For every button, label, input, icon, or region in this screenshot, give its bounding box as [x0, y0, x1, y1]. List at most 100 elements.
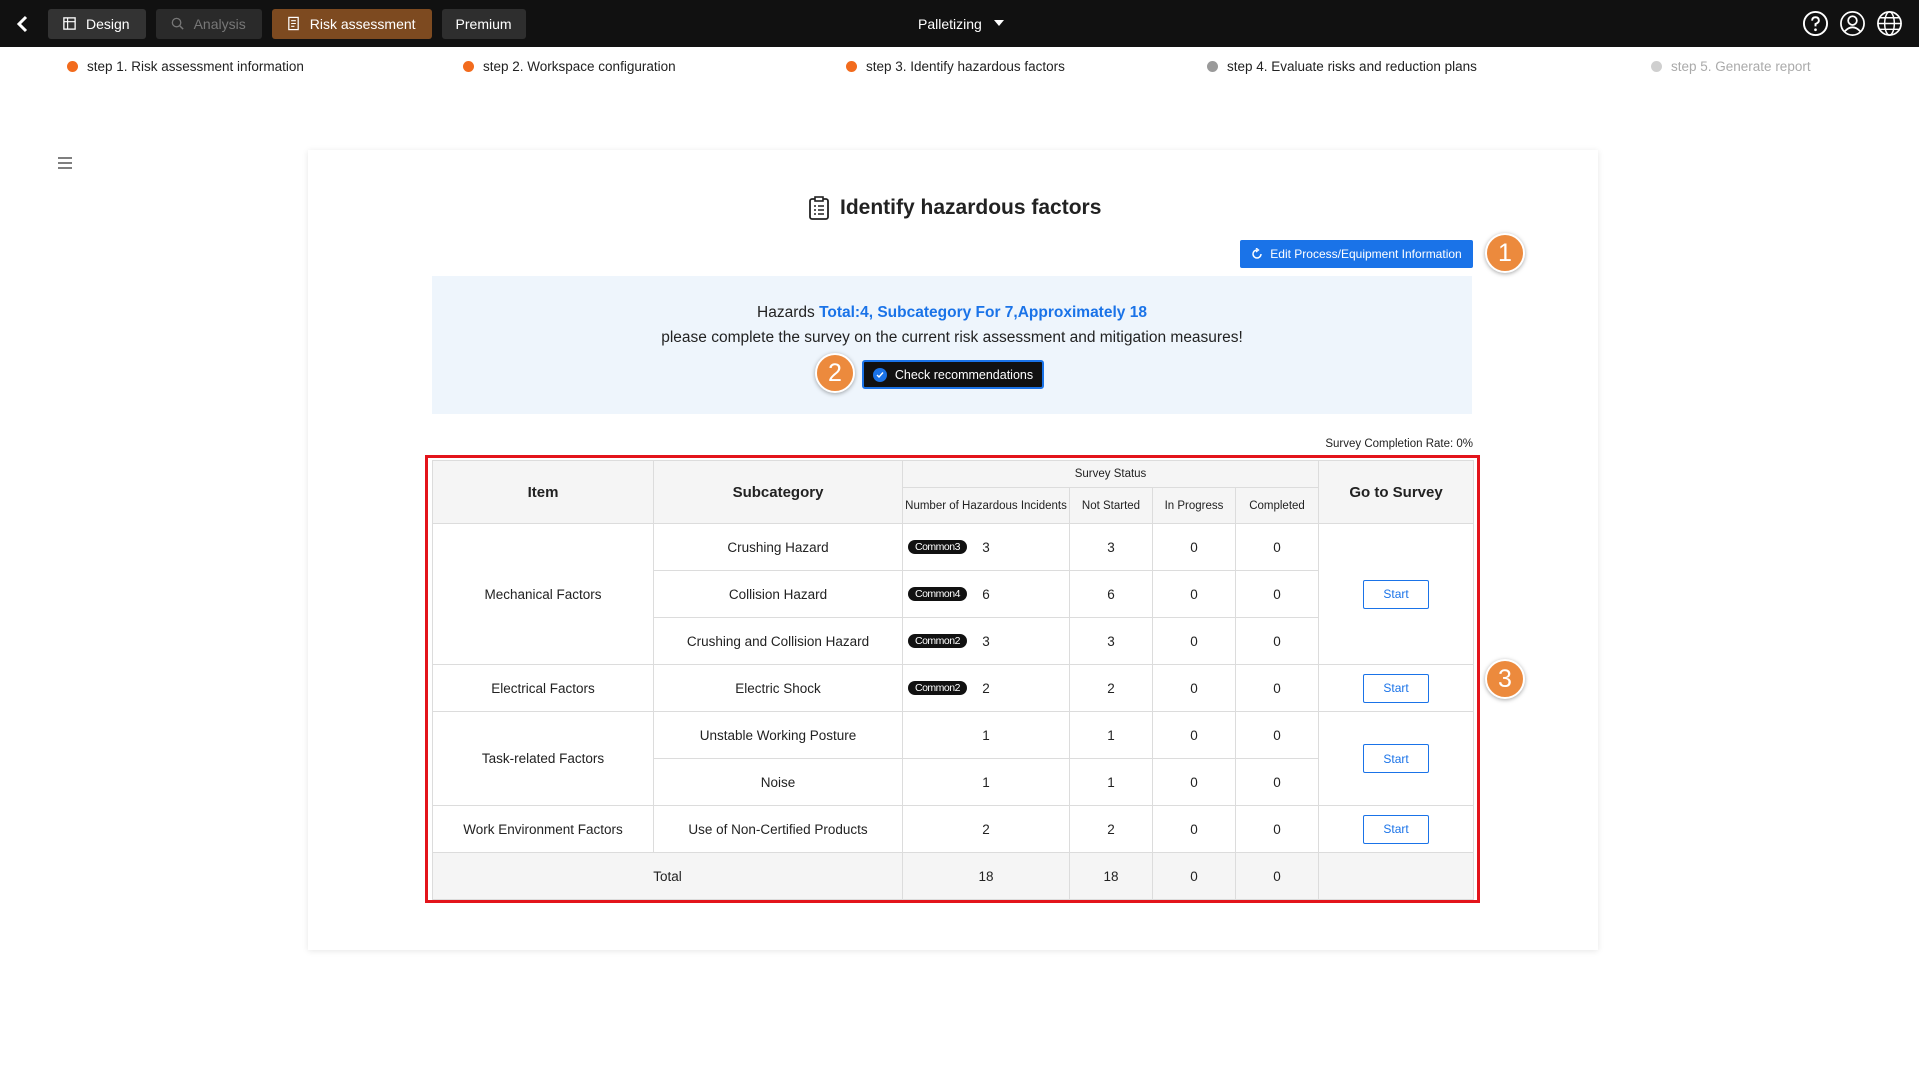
step-label: step 3. Identify hazardous factors: [866, 59, 1065, 74]
total-empty-cell: [1318, 852, 1475, 900]
common-tag: Common4: [908, 587, 967, 601]
completed-cell: 0: [1234, 758, 1320, 806]
go-to-survey-cell: Start: [1318, 523, 1475, 665]
help-icon[interactable]: [1802, 10, 1829, 37]
incidents-cell: 2: [902, 805, 1070, 853]
subcategory-cell: Crushing Hazard: [653, 523, 903, 571]
step-5[interactable]: step 5. Generate report: [1651, 59, 1811, 74]
subcategory-cell: Use of Non-Certified Products: [653, 805, 903, 853]
in-progress-cell: 0: [1152, 617, 1236, 665]
incidents-value: 2: [982, 680, 990, 696]
check-recommendations-button[interactable]: Check recommendations: [862, 360, 1044, 389]
not-started-cell: 1: [1069, 711, 1153, 759]
total-in-progress: 0: [1152, 852, 1236, 900]
incidents-cell: Common3 3: [902, 523, 1070, 571]
tab-analysis[interactable]: Analysis: [155, 8, 262, 39]
start-survey-button[interactable]: Start: [1363, 579, 1430, 609]
check-circle-icon: [872, 367, 887, 382]
total-row: Total 18 18 0 0: [432, 852, 1475, 900]
hazard-summary-prefix: Hazards: [757, 304, 820, 321]
survey-instruction: please complete the survey on the curren…: [661, 329, 1243, 346]
top-bar: Design Analysis Risk assessment Premium …: [0, 0, 1919, 47]
callout-badge-3: 3: [1485, 659, 1525, 699]
item-cell: Electrical Factors: [432, 664, 654, 712]
edit-process-equipment-button[interactable]: Edit Process/Equipment Information: [1240, 240, 1473, 268]
completed-cell: 0: [1234, 805, 1320, 853]
header-completed: Completed: [1234, 487, 1320, 524]
hazard-summary-box: Hazards Total:4, Subcategory For 7,Appro…: [432, 276, 1472, 414]
item-cell: Task-related Factors: [432, 711, 654, 806]
project-selector[interactable]: Palletizing: [918, 0, 1004, 47]
start-survey-button[interactable]: Start: [1363, 744, 1430, 773]
header-item: Item: [432, 460, 654, 524]
step-2[interactable]: step 2. Workspace configuration: [463, 59, 676, 74]
step-3[interactable]: step 3. Identify hazardous factors: [846, 59, 1065, 74]
header-survey-status: Survey Status: [901, 460, 1320, 488]
step-4[interactable]: step 4. Evaluate risks and reduction pla…: [1207, 59, 1477, 74]
start-survey-button[interactable]: Start: [1363, 814, 1430, 844]
tab-risk-assessment[interactable]: Risk assessment: [271, 8, 432, 39]
step-status-dot: [463, 61, 474, 72]
in-progress-cell: 0: [1152, 711, 1236, 759]
header-subcategory: Subcategory: [653, 460, 903, 524]
completed-cell: 0: [1234, 711, 1320, 759]
hazard-summary-line: Hazards Total:4, Subcategory For 7,Appro…: [432, 304, 1472, 322]
completed-cell: 0: [1234, 523, 1320, 571]
design-icon: [63, 17, 76, 30]
incidents-cell: Common2 3: [902, 617, 1070, 665]
incidents-value: 6: [982, 586, 990, 602]
check-recommendations-label: Check recommendations: [894, 367, 1034, 382]
page-title: Identify hazardous factors: [808, 196, 1101, 220]
step-status-dot: [1207, 61, 1218, 72]
tab-premium-label: Premium: [455, 15, 512, 32]
completed-cell: 0: [1234, 664, 1320, 712]
item-cell: Work Environment Factors: [432, 805, 654, 853]
tab-premium[interactable]: Premium: [441, 8, 526, 39]
analysis-icon: [171, 17, 184, 30]
table-row: Work Environment Factors Use of Non-Cert…: [432, 805, 1475, 853]
step-label: step 2. Workspace configuration: [483, 59, 676, 74]
step-status-dot: [846, 61, 857, 72]
back-icon[interactable]: [0, 0, 48, 47]
tab-analysis-label: Analysis: [193, 15, 246, 32]
in-progress-cell: 0: [1152, 758, 1236, 806]
start-survey-button[interactable]: Start: [1363, 673, 1430, 703]
user-icon[interactable]: [1839, 10, 1866, 37]
not-started-cell: 2: [1069, 805, 1153, 853]
incidents-cell: Common2 2: [902, 664, 1070, 712]
incidents-cell: 1: [902, 711, 1070, 759]
not-started-cell: 3: [1069, 617, 1153, 665]
not-started-cell: 1: [1069, 758, 1153, 806]
total-completed: 0: [1234, 852, 1320, 900]
step-1[interactable]: step 1. Risk assessment information: [67, 59, 304, 74]
subcategory-cell: Electric Shock: [653, 664, 903, 712]
hamburger-menu-icon[interactable]: [57, 156, 73, 170]
go-to-survey-cell: Start: [1318, 805, 1475, 853]
item-cell: Mechanical Factors: [432, 523, 654, 665]
incidents-value: 3: [982, 539, 990, 555]
refresh-icon: [1252, 248, 1263, 259]
subcategory-cell: Crushing and Collision Hazard: [653, 617, 903, 665]
total-incidents: 18: [902, 852, 1070, 900]
header-num-incidents: Number of Hazardous Incidents: [902, 487, 1070, 524]
globe-icon[interactable]: [1876, 10, 1903, 37]
not-started-cell: 2: [1069, 664, 1153, 712]
total-not-started: 18: [1069, 852, 1153, 900]
header-in-progress: In Progress: [1152, 487, 1236, 524]
header-not-started: Not Started: [1069, 487, 1153, 524]
not-started-cell: 6: [1069, 570, 1153, 618]
subcategory-cell: Collision Hazard: [653, 570, 903, 618]
project-name: Palletizing: [918, 15, 982, 32]
page-title-text: Identify hazardous factors: [840, 196, 1102, 219]
common-tag: Common2: [908, 634, 967, 648]
in-progress-cell: 0: [1152, 523, 1236, 571]
step-label: step 1. Risk assessment information: [87, 59, 304, 74]
step-indicator: step 1. Risk assessment information step…: [0, 47, 1919, 89]
tab-design[interactable]: Design: [48, 8, 146, 39]
go-to-survey-cell: Start: [1318, 664, 1475, 712]
callout-badge-1: 1: [1485, 233, 1525, 273]
table-row: Task-related Factors Unstable Working Po…: [432, 711, 1475, 806]
common-tag: Common3: [908, 540, 967, 554]
incidents-cell: Common4 6: [902, 570, 1070, 618]
completed-cell: 0: [1234, 570, 1320, 618]
